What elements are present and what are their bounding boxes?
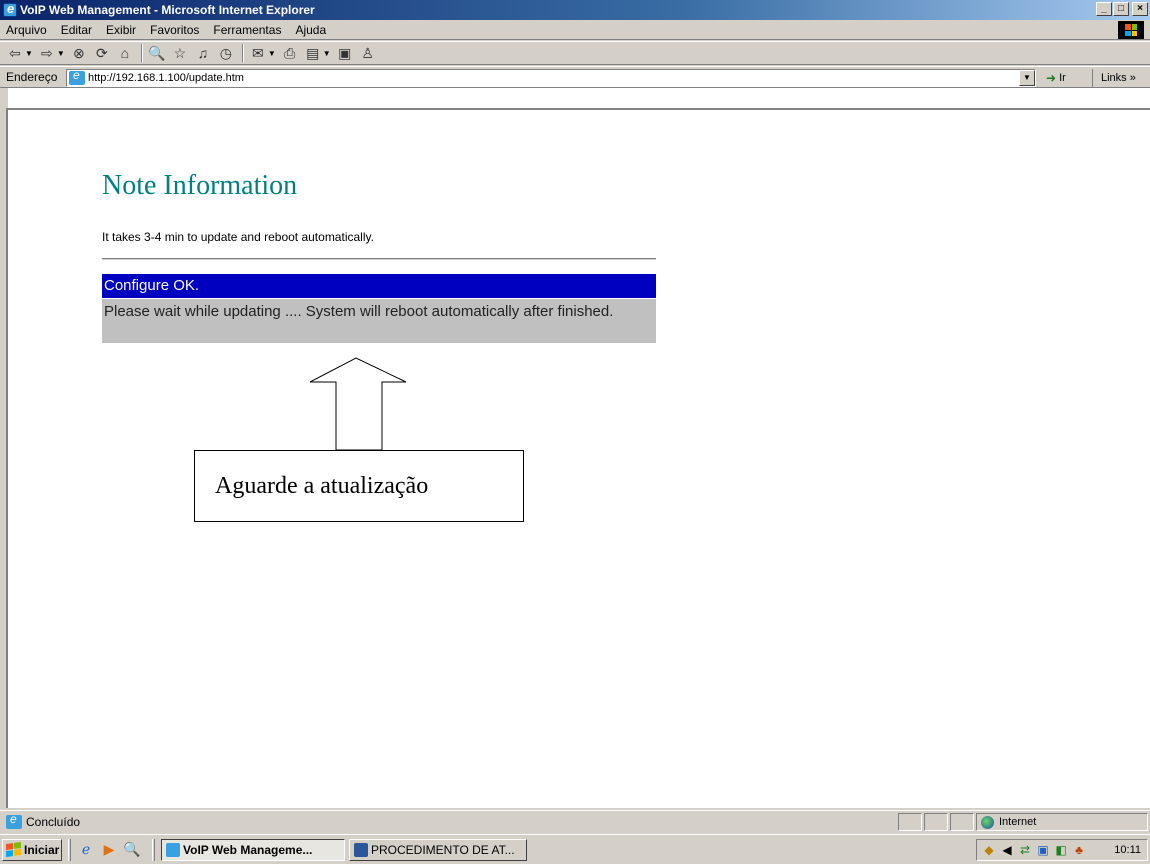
status-panel <box>950 813 974 831</box>
update-wait-message: Please wait while updating .... System w… <box>102 299 656 343</box>
minimize-button[interactable]: _ <box>1096 2 1112 16</box>
address-input[interactable]: http://192.168.1.100/update.htm ▼ <box>66 68 1036 87</box>
forward-icon[interactable]: ⇨ <box>38 44 56 62</box>
menu-favoritos[interactable]: Favoritos <box>143 23 206 37</box>
page-status-icon <box>6 812 22 829</box>
start-button[interactable]: Iniciar <box>2 838 62 861</box>
task-label: VoIP Web Manageme... <box>183 842 313 857</box>
word-icon <box>354 842 368 857</box>
go-button[interactable]: ➜ Ir <box>1046 71 1066 85</box>
media-player-icon[interactable]: ▶ <box>100 841 118 859</box>
toolbar-separator <box>241 44 244 62</box>
status-text: Concluído <box>26 814 81 829</box>
system-tray: ◆ ◀ ⇄ ▣ ◧ ♣ 10:11 <box>976 839 1148 861</box>
globe-icon <box>981 815 994 829</box>
mail-icon[interactable]: ✉ <box>249 44 267 62</box>
maximize-button[interactable]: □ <box>1113 2 1129 16</box>
volume-icon[interactable]: ◀ <box>999 842 1015 858</box>
history-icon[interactable]: ◷ <box>217 44 235 62</box>
toolbar-separator <box>140 44 143 62</box>
favorites-icon[interactable]: ☆ <box>171 44 189 62</box>
back-icon[interactable]: ⇦ <box>6 44 24 62</box>
start-label: Iniciar <box>24 842 60 857</box>
ie-icon <box>3 1 17 17</box>
forward-dropdown-icon[interactable]: ▼ <box>57 49 65 58</box>
messenger-tray-icon[interactable]: ♣ <box>1071 842 1087 858</box>
page-content: Note Information It takes 3-4 min to upd… <box>6 108 1150 808</box>
stop-icon[interactable]: ⊗ <box>70 44 88 62</box>
window-title: VoIP Web Management - Microsoft Internet… <box>20 3 315 17</box>
mail-dropdown-icon[interactable]: ▼ <box>268 49 276 58</box>
messenger-icon[interactable]: ♙ <box>359 44 377 62</box>
content-top <box>0 88 1150 108</box>
taskbar: Iniciar ℯ ▶ 🔍 VoIP Web Manageme... PROCE… <box>0 834 1150 864</box>
home-icon[interactable]: ⌂ <box>116 44 134 62</box>
back-dropdown-icon[interactable]: ▼ <box>25 49 33 58</box>
display-icon[interactable]: ▣ <box>1035 842 1051 858</box>
clock: 10:11 <box>1114 844 1141 856</box>
address-dropdown-icon[interactable]: ▼ <box>1019 70 1035 86</box>
network-icon[interactable]: ◆ <box>981 842 997 858</box>
go-arrow-icon: ➜ <box>1046 71 1057 85</box>
zone-label: Internet <box>999 816 1037 828</box>
menu-bar: Arquivo Editar Exibir Favoritos Ferramen… <box>0 20 1150 40</box>
address-label: Endereço <box>6 70 58 84</box>
window-controls: _ □ × <box>1095 2 1148 16</box>
media-icon[interactable]: ♫ <box>194 44 212 62</box>
app-tray-icon[interactable]: ◧ <box>1053 842 1069 858</box>
taskbar-grip <box>152 838 155 861</box>
menu-ajuda[interactable]: Ajuda <box>288 23 333 37</box>
ie-quicklaunch-icon[interactable]: ℯ <box>77 841 95 859</box>
configure-ok-message: Configure OK. <box>102 274 656 298</box>
print-icon[interactable]: ⎙ <box>281 44 299 62</box>
security-zone: Internet <box>976 813 1148 831</box>
task-label: PROCEDIMENTO DE AT... <box>371 842 515 857</box>
standard-toolbar: ⇦ ▼ ⇨ ▼ ⊗ ⟳ ⌂ 🔍 ☆ ♫ ◷ ✉ ▼ ⎙ ▤ ▼ ▣ ♙ <box>0 41 1150 65</box>
title-bar: VoIP Web Management - Microsoft Internet… <box>0 0 1150 20</box>
menu-exibir[interactable]: Exibir <box>99 23 143 37</box>
windows-logo-icon <box>1118 21 1144 39</box>
show-desktop-icon[interactable]: 🔍 <box>123 841 141 859</box>
menu-editar[interactable]: Editar <box>54 23 99 37</box>
callout-box: Aguarde a atualização <box>194 450 524 522</box>
address-bar: Endereço http://192.168.1.100/update.htm… <box>0 66 1150 88</box>
edit-dropdown-icon[interactable]: ▼ <box>323 49 331 58</box>
links-button[interactable]: Links » <box>1092 69 1136 87</box>
page-icon <box>69 68 85 85</box>
status-bar: Concluído Internet <box>0 810 1150 832</box>
page-title: Note Information <box>102 170 298 201</box>
go-label: Ir <box>1059 72 1066 84</box>
discuss-icon[interactable]: ▣ <box>336 44 354 62</box>
quicklaunch-grip <box>68 838 71 861</box>
status-panel <box>924 813 948 831</box>
windows-logo-icon <box>6 841 21 858</box>
refresh-icon[interactable]: ⟳ <box>93 44 111 62</box>
task-button-ie[interactable]: VoIP Web Manageme... <box>161 838 345 861</box>
divider <box>102 258 656 260</box>
menu-ferramentas[interactable]: Ferramentas <box>206 23 288 37</box>
up-arrow-annotation <box>309 357 407 451</box>
search-icon[interactable]: 🔍 <box>148 44 166 62</box>
status-panel <box>898 813 922 831</box>
ie-icon <box>166 842 180 857</box>
connection-icon[interactable]: ⇄ <box>1017 842 1033 858</box>
menu-arquivo[interactable]: Arquivo <box>0 23 54 37</box>
close-button[interactable]: × <box>1132 2 1148 16</box>
page-subtitle: It takes 3-4 min to update and reboot au… <box>102 230 374 244</box>
edit-icon[interactable]: ▤ <box>304 44 322 62</box>
task-button-word[interactable]: PROCEDIMENTO DE AT... <box>349 838 527 861</box>
address-url[interactable]: http://192.168.1.100/update.htm <box>88 72 244 84</box>
